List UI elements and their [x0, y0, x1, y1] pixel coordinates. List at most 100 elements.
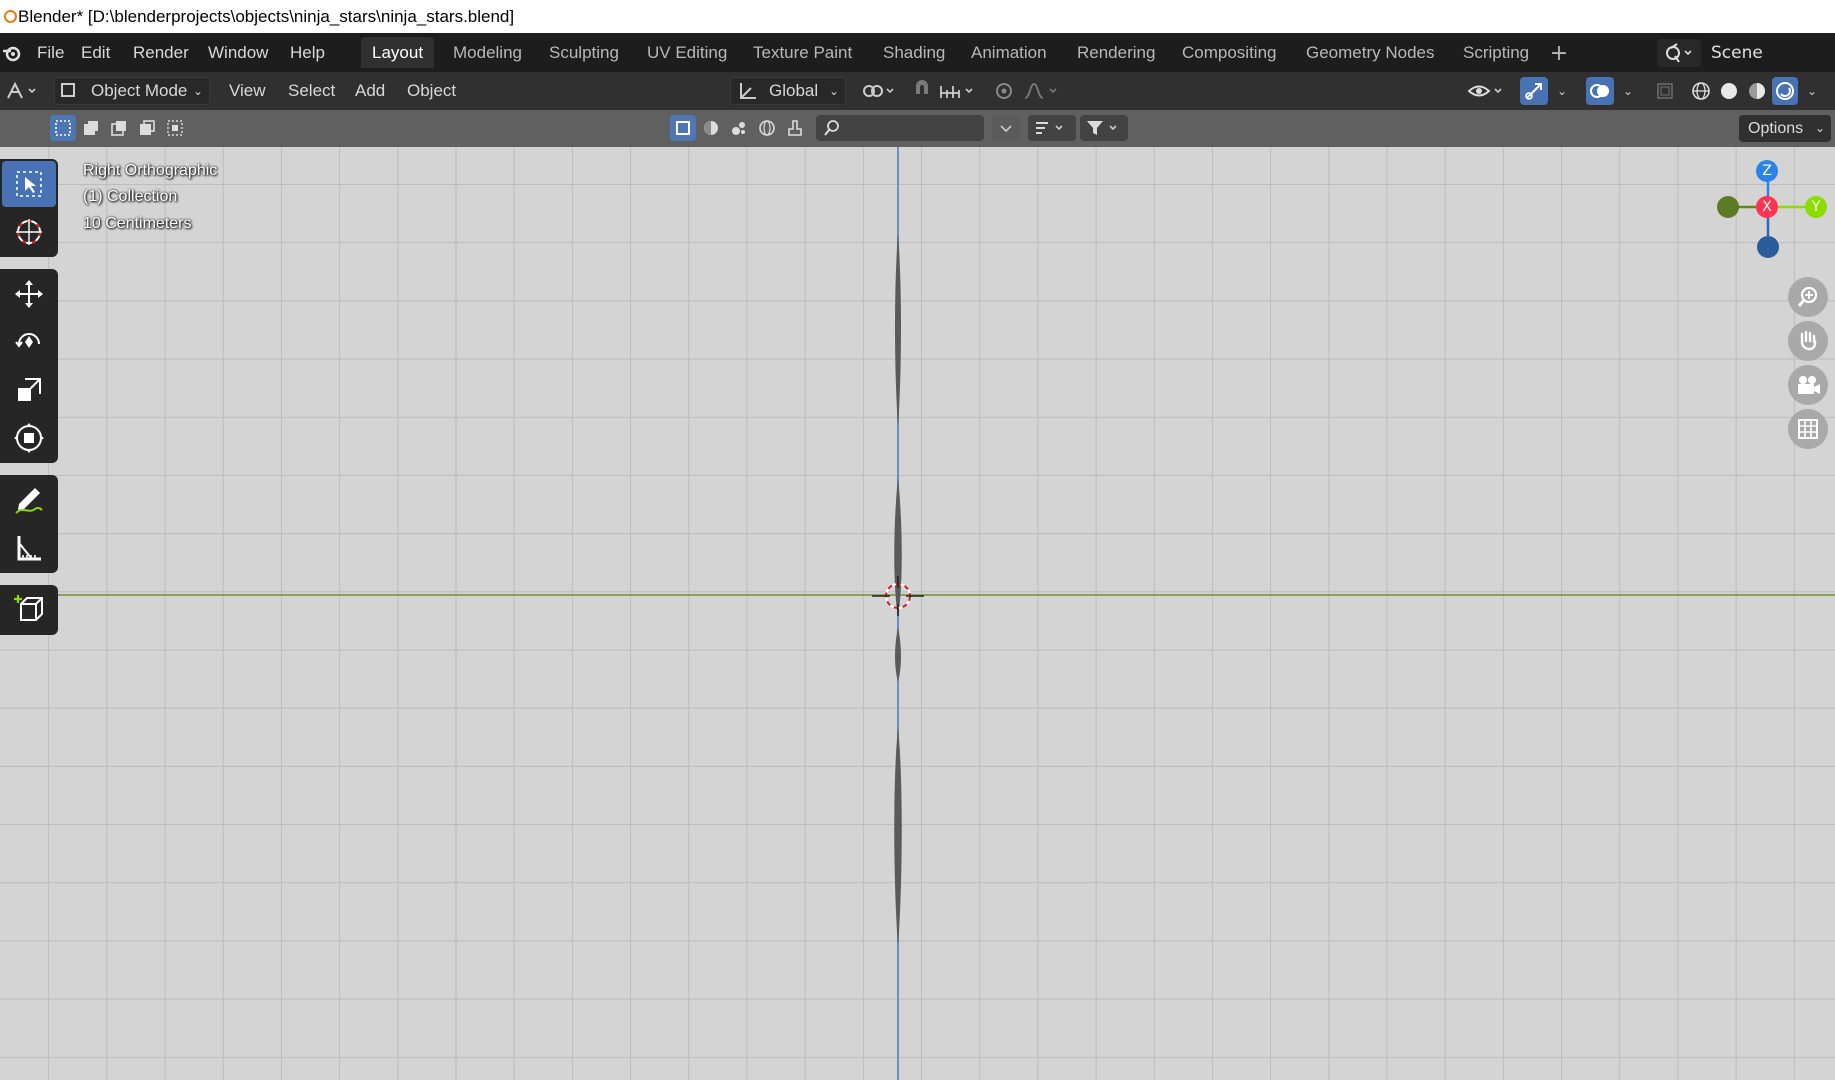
scale-icon [18, 378, 41, 401]
select-subtract-mode-icon[interactable] [106, 115, 132, 141]
filter-funnel-icon[interactable] [1080, 115, 1128, 141]
snap-magnet-icon[interactable] [908, 77, 936, 105]
proportional-editing-icon[interactable] [990, 77, 1018, 105]
select-box-tool-button[interactable] [2, 161, 56, 207]
tab-scripting[interactable]: Scripting [1452, 37, 1540, 68]
menu-window[interactable]: Window [208, 33, 268, 72]
view-filter-materials-icon[interactable] [698, 115, 724, 141]
camera-icon [1798, 376, 1820, 394]
toolbar-group-annotate [0, 475, 58, 573]
visibility-eye-icon[interactable] [1466, 77, 1508, 105]
menu-file[interactable]: File [37, 33, 64, 72]
scene-name-field[interactable]: Scene [1703, 39, 1835, 67]
search-icon [822, 118, 842, 142]
options-label: Options [1748, 120, 1804, 137]
show-overlays-icon[interactable] [1586, 77, 1614, 105]
editor-type-icon[interactable] [4, 78, 44, 104]
move-tool-button[interactable] [2, 271, 56, 317]
select-new-mode-icon[interactable] [50, 115, 76, 141]
measure-tool-button[interactable] [2, 525, 56, 571]
material-preview-shading-icon[interactable] [1744, 77, 1770, 105]
top-menu-bar: File Edit Render Window Help Layout Mode… [0, 33, 1835, 72]
wireframe-shading-icon[interactable] [1688, 77, 1714, 105]
tab-texture-paint[interactable]: Texture Paint [742, 37, 863, 68]
transform-tool-button[interactable] [2, 415, 56, 461]
ruler-icon [17, 536, 41, 561]
tab-geometry-nodes[interactable]: Geometry Nodes [1295, 37, 1446, 68]
ninja-star-mesh[interactable] [880, 227, 916, 1080]
tab-shading[interactable]: Shading [872, 37, 956, 68]
3d-cursor-icon[interactable] [872, 570, 924, 622]
collection-label: (1) Collection [83, 188, 178, 205]
3d-viewport[interactable]: Right Orthographic (1) Collection 10 Cen… [0, 147, 1835, 1080]
chevron-down-icon: ⌄ [1814, 121, 1825, 135]
grid-scale-label: 10 Centimeters [83, 215, 192, 232]
shading-options-chevron-icon[interactable]: ⌄ [1802, 77, 1822, 105]
gizmo-options-chevron-icon[interactable]: ⌄ [1552, 77, 1572, 105]
search-options-chevron-icon[interactable] [992, 115, 1020, 141]
view-search-input[interactable] [816, 115, 984, 141]
pan-view-button[interactable] [1788, 321, 1828, 361]
orientation-axes-icon [737, 80, 759, 110]
tab-rendering[interactable]: Rendering [1066, 37, 1166, 68]
mode-label: Object Mode [91, 81, 188, 100]
add-cube-tool-button[interactable] [2, 587, 56, 633]
annotate-tool-button[interactable] [2, 477, 56, 523]
tool-settings-bar: Options ⌄ [0, 110, 1835, 147]
xray-toggle-icon[interactable] [1652, 77, 1678, 105]
zoom-view-button[interactable] [1788, 277, 1828, 317]
sort-options-icon[interactable] [1028, 115, 1076, 141]
pivot-point-icon[interactable] [858, 77, 900, 105]
tab-compositing[interactable]: Compositing [1171, 37, 1288, 68]
header-menu-select[interactable]: Select [288, 72, 335, 110]
camera-view-button[interactable] [1788, 365, 1828, 405]
add-workspace-icon[interactable]: + [1547, 41, 1571, 66]
rotate-tool-button[interactable] [2, 319, 56, 365]
object-mode-icon [61, 83, 75, 97]
view-filter-objects-icon[interactable] [670, 115, 696, 141]
blender-menu-icon[interactable] [0, 41, 24, 65]
tab-sculpting[interactable]: Sculpting [538, 37, 630, 68]
scale-tool-button[interactable] [2, 367, 56, 413]
menu-render[interactable]: Render [133, 33, 189, 72]
scene-selector-button[interactable] [1657, 39, 1701, 67]
header-menu-add[interactable]: Add [355, 72, 385, 110]
snap-increment-icon[interactable] [938, 77, 978, 105]
show-gizmo-icon[interactable] [1520, 77, 1548, 105]
mode-dropdown[interactable]: Object Mode ⌄ [54, 77, 210, 105]
view-filter-textures-icon[interactable] [726, 115, 752, 141]
select-extend-mode-icon[interactable] [78, 115, 104, 141]
select-intersect-mode-icon[interactable] [162, 115, 188, 141]
hand-icon [1800, 330, 1817, 351]
menu-edit[interactable]: Edit [81, 33, 110, 72]
tab-animation[interactable]: Animation [960, 37, 1058, 68]
overlays-options-chevron-icon[interactable]: ⌄ [1618, 77, 1638, 105]
view-filter-brush-icon[interactable] [782, 115, 808, 141]
toolbar-group-add [0, 585, 58, 635]
view-filter-world-icon[interactable] [754, 115, 780, 141]
header-menu-object[interactable]: Object [407, 72, 456, 110]
toggle-perspective-button[interactable] [1788, 409, 1828, 449]
proportional-falloff-icon[interactable] [1022, 77, 1062, 105]
blender-logo-icon [4, 10, 17, 23]
transform-orientation-dropdown[interactable]: Global ⌄ [730, 77, 846, 105]
toolbar-group-select [0, 159, 58, 257]
view-name-label: Right Orthographic [83, 162, 218, 179]
toolbar-group-transform [0, 269, 58, 463]
solid-shading-icon[interactable] [1716, 77, 1742, 105]
gizmo-y-axis-button[interactable]: Y [1805, 196, 1827, 218]
cursor-tool-button[interactable] [2, 209, 56, 255]
rotate-icon [15, 333, 40, 348]
tab-layout[interactable]: Layout [361, 37, 435, 68]
options-dropdown[interactable]: Options ⌄ [1739, 115, 1831, 142]
tab-modeling[interactable]: Modeling [442, 37, 533, 68]
header-menu-view[interactable]: View [229, 72, 266, 110]
gizmo-x-axis-button[interactable]: X [1756, 196, 1778, 218]
select-invert-mode-icon[interactable] [134, 115, 160, 141]
gizmo-z-axis-button[interactable]: Z [1756, 160, 1778, 182]
viewport-header: Object Mode ⌄ View Select Add Object Glo… [0, 72, 1835, 110]
rendered-shading-icon[interactable] [1772, 77, 1798, 105]
tab-uv-editing[interactable]: UV Editing [636, 37, 738, 68]
window-titlebar: Blender* [D:\blenderprojects\objects\nin… [0, 0, 1835, 33]
menu-help[interactable]: Help [290, 33, 325, 72]
